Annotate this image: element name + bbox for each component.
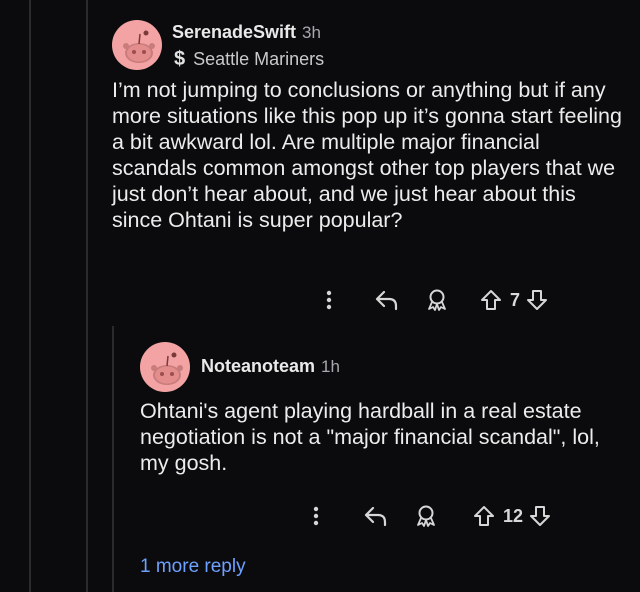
award-button[interactable] — [411, 504, 441, 528]
comment-actions: 12 — [305, 501, 553, 531]
award-button[interactable] — [422, 288, 452, 312]
user-flair: $ Seattle Mariners — [174, 48, 324, 71]
comment-time: 3h — [302, 23, 321, 42]
upvote-icon — [474, 506, 494, 526]
comment-body: I’m not jumping to conclusions or anythi… — [112, 78, 622, 232]
thread-line-outer-2[interactable] — [86, 0, 88, 592]
reply-icon — [375, 290, 398, 311]
vote-score: 7 — [510, 289, 521, 310]
more-vertical-icon — [313, 506, 319, 526]
downvote-icon — [527, 290, 548, 310]
reply-icon — [364, 506, 387, 527]
comment-username[interactable]: Noteanoteam 1h — [201, 356, 340, 377]
flair-s-icon: $ — [174, 48, 186, 70]
avatar[interactable] — [140, 342, 190, 392]
comment-username[interactable]: SerenadeSwift 3h — [172, 22, 321, 43]
upvote-button[interactable] — [476, 288, 506, 312]
more-options-button[interactable] — [305, 506, 327, 526]
thread-line-outer[interactable] — [29, 0, 31, 592]
award-icon — [417, 505, 435, 527]
more-vertical-icon — [326, 290, 332, 310]
snoo-avatar-icon — [151, 352, 183, 385]
downvote-button[interactable] — [527, 504, 553, 528]
flair-text: Seattle Mariners — [193, 49, 325, 69]
downvote-button[interactable] — [524, 288, 550, 312]
upvote-button[interactable] — [469, 504, 499, 528]
more-options-button[interactable] — [318, 290, 340, 310]
comment-time: 1h — [321, 357, 340, 376]
username-text[interactable]: Noteanoteam — [201, 356, 315, 376]
upvote-icon — [481, 290, 501, 310]
award-icon — [428, 289, 446, 311]
downvote-icon — [530, 506, 551, 526]
more-replies-link[interactable]: 1 more reply — [140, 556, 246, 578]
snoo-avatar-icon — [123, 30, 155, 63]
thread-line-reply[interactable] — [112, 326, 114, 592]
comment-actions: 7 — [318, 285, 550, 315]
reply-button[interactable] — [359, 505, 393, 527]
reply-button[interactable] — [370, 289, 404, 311]
comment-body: Ohtani's agent playing hardball in a rea… — [140, 399, 600, 475]
avatar[interactable] — [112, 20, 162, 70]
vote-score: 12 — [503, 505, 524, 526]
username-text[interactable]: SerenadeSwift — [172, 22, 296, 42]
